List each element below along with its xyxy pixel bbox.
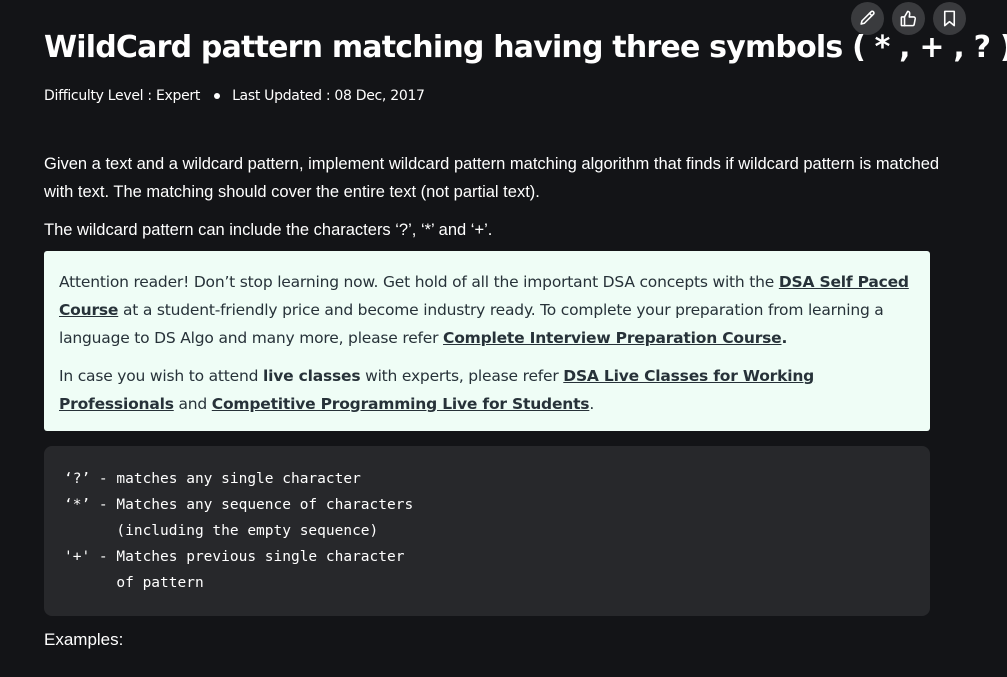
last-updated: Last Updated : 08 Dec, 2017 <box>232 88 425 104</box>
article-intro: Given a text and a wildcard pattern, imp… <box>44 150 944 254</box>
callout-text: . <box>781 329 788 347</box>
intro-paragraph: Given a text and a wildcard pattern, imp… <box>44 155 940 201</box>
code-content: ‘?’ - matches any single character ‘*’ -… <box>64 471 414 591</box>
callout-text: Attention reader! Don’t stop learning no… <box>59 273 779 291</box>
callout-paragraph: In case you wish to attend live classes … <box>59 362 915 418</box>
pencil-icon <box>860 10 875 25</box>
thumbs-up-icon <box>900 10 917 27</box>
competitive-programming-live-link[interactable]: Competitive Programming Live for Student… <box>212 395 590 413</box>
callout-text: . <box>589 395 595 413</box>
intro-paragraph: The wildcard pattern can include the cha… <box>44 221 493 239</box>
callout-text: and <box>173 395 212 413</box>
callout-paragraph: Attention reader! Don’t stop learning no… <box>59 268 915 352</box>
article-page: WildCard pattern matching having three s… <box>0 0 1007 677</box>
bookmark-icon <box>943 10 956 27</box>
live-classes-emphasis: live classes <box>262 367 361 385</box>
examples-heading: Examples: <box>44 630 124 649</box>
difficulty-level: Difficulty Level : Expert <box>44 88 201 104</box>
meta-separator-dot <box>214 93 221 99</box>
code-block: ‘?’ - matches any single character ‘*’ -… <box>44 446 930 616</box>
complete-interview-prep-link[interactable]: Complete Interview Preparation Course <box>443 329 782 347</box>
callout-text: with experts, please refer <box>360 367 564 385</box>
attention-callout: Attention reader! Don’t stop learning no… <box>44 251 930 431</box>
article-title: WildCard pattern matching having three s… <box>44 30 1007 65</box>
callout-text: In case you wish to attend <box>59 367 263 385</box>
article-meta: Difficulty Level : Expert Last Updated :… <box>44 88 425 104</box>
